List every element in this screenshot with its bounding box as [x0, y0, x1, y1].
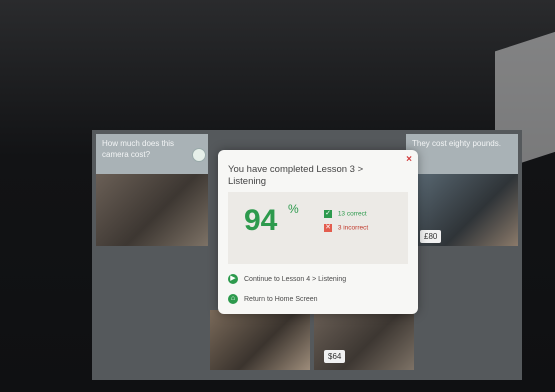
- camera-photo[interactable]: [96, 174, 208, 246]
- play-icon: ▶: [228, 274, 238, 284]
- lesson-complete-dialog: × You have completed Lesson 3 > Listenin…: [218, 150, 418, 314]
- score-panel: 94 % ✓ 13 correct ✕ 3 incorrect: [228, 192, 408, 264]
- speaker-icon[interactable]: [192, 148, 206, 162]
- check-icon: ✓: [324, 210, 332, 218]
- score-percent: %: [288, 202, 299, 216]
- continue-label: Continue to Lesson 4 > Listening: [244, 275, 347, 283]
- answer-prompt: They cost eighty pounds.: [406, 134, 518, 178]
- close-icon[interactable]: ×: [406, 154, 412, 165]
- dialog-title: You have completed Lesson 3 > Listening: [228, 164, 364, 187]
- home-button[interactable]: ⌂ Return to Home Screen: [228, 294, 318, 304]
- score-value: 94: [244, 204, 278, 237]
- price-tag: £80: [420, 230, 442, 243]
- cross-icon: ✕: [324, 224, 332, 232]
- incorrect-label: 3 incorrect: [337, 224, 369, 232]
- home-icon: ⌂: [228, 294, 238, 304]
- question-card[interactable]: How much does this camera cost?: [96, 134, 208, 246]
- correct-label: 13 correct: [337, 210, 367, 218]
- bottom-photo-left[interactable]: [210, 310, 310, 370]
- answer-card[interactable]: They cost eighty pounds. £80: [406, 134, 518, 246]
- correct-count: ✓ 13 correct: [324, 210, 367, 218]
- incorrect-count: ✕ 3 incorrect: [324, 224, 368, 232]
- continue-button[interactable]: ▶ Continue to Lesson 4 > Listening: [228, 274, 346, 284]
- home-label: Return to Home Screen: [244, 295, 318, 303]
- price-tag: $64: [324, 350, 346, 363]
